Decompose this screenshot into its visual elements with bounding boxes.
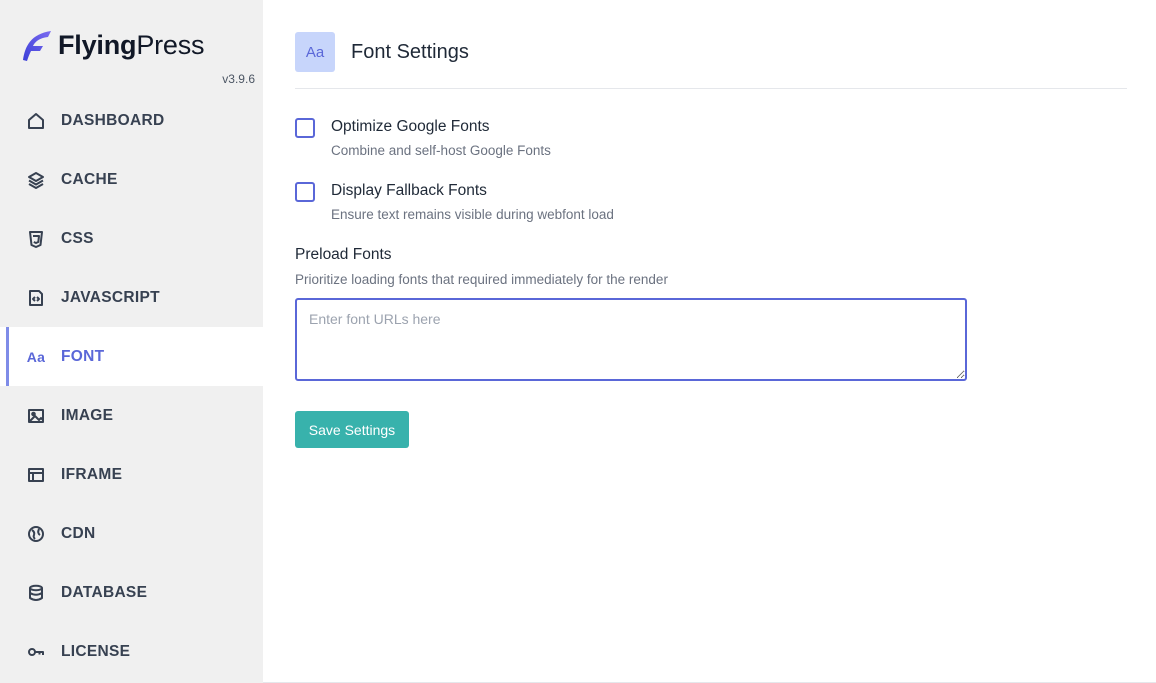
preload-fonts-label: Preload Fonts (295, 246, 392, 263)
sidebar-item-dashboard[interactable]: DASHBOARD (0, 91, 263, 150)
flyingpress-logo-icon (23, 31, 51, 61)
optimize-google-fonts-label[interactable]: Optimize Google Fonts (331, 118, 490, 136)
sidebar-item-javascript[interactable]: JAVASCRIPT (0, 268, 263, 327)
version-label: v3.9.6 (222, 72, 255, 86)
browser-window-icon (27, 466, 45, 484)
home-icon (27, 112, 45, 130)
sidebar-item-label: CSS (61, 229, 94, 247)
brand-name: FlyingPress (58, 29, 205, 60)
globe-icon (27, 525, 45, 543)
display-fallback-fonts-checkbox[interactable] (295, 182, 315, 202)
preload-fonts-description: Prioritize loading fonts that required i… (295, 272, 668, 287)
sidebar-item-label: CACHE (61, 170, 118, 188)
sidebar-item-license[interactable]: LICENSE (0, 622, 263, 681)
sidebar-item-image[interactable]: IMAGE (0, 386, 263, 445)
sidebar-item-iframe[interactable]: IFRAME (0, 445, 263, 504)
sidebar-item-label: IMAGE (61, 406, 114, 424)
code-file-icon (27, 289, 45, 307)
optimize-google-fonts-checkbox[interactable] (295, 118, 315, 138)
sidebar-item-label: JAVASCRIPT (61, 288, 160, 306)
sidebar-item-label: DATABASE (61, 583, 148, 601)
sidebar: FlyingPress v3.9.6 DASHBOARD CACHE CSS J (0, 0, 263, 683)
page-title: Font Settings (351, 40, 469, 63)
sidebar-item-label: DASHBOARD (61, 111, 165, 129)
database-icon (27, 584, 45, 602)
page-header: Aa Font Settings (295, 32, 469, 72)
image-icon (27, 407, 45, 425)
sidebar-item-database[interactable]: DATABASE (0, 563, 263, 622)
sidebar-item-css[interactable]: CSS (0, 209, 263, 268)
sidebar-item-label: LICENSE (61, 642, 131, 660)
header-divider (295, 88, 1127, 89)
sidebar-item-font[interactable]: Aa FONT (0, 327, 263, 386)
layers-icon (27, 171, 45, 189)
sidebar-item-cache[interactable]: CACHE (0, 150, 263, 209)
brand-logo[interactable]: FlyingPress (17, 27, 205, 63)
display-fallback-fonts-description: Ensure text remains visible during webfo… (331, 207, 614, 222)
optimize-google-fonts-description: Combine and self-host Google Fonts (331, 143, 551, 158)
sidebar-item-label: FONT (61, 347, 105, 365)
save-settings-button[interactable]: Save Settings (295, 411, 409, 448)
css3-icon (27, 230, 45, 248)
sidebar-item-label: IFRAME (61, 465, 123, 483)
sidebar-item-cdn[interactable]: CDN (0, 504, 263, 563)
sidebar-item-label: CDN (61, 524, 96, 542)
display-fallback-fonts-label[interactable]: Display Fallback Fonts (331, 182, 487, 200)
preload-fonts-input[interactable] (295, 298, 967, 381)
sidebar-nav: DASHBOARD CACHE CSS JAVASCRIPT Aa FONT I… (0, 91, 263, 681)
font-icon: Aa (26, 348, 46, 365)
key-icon (27, 643, 45, 661)
font-icon: Aa (295, 32, 335, 72)
